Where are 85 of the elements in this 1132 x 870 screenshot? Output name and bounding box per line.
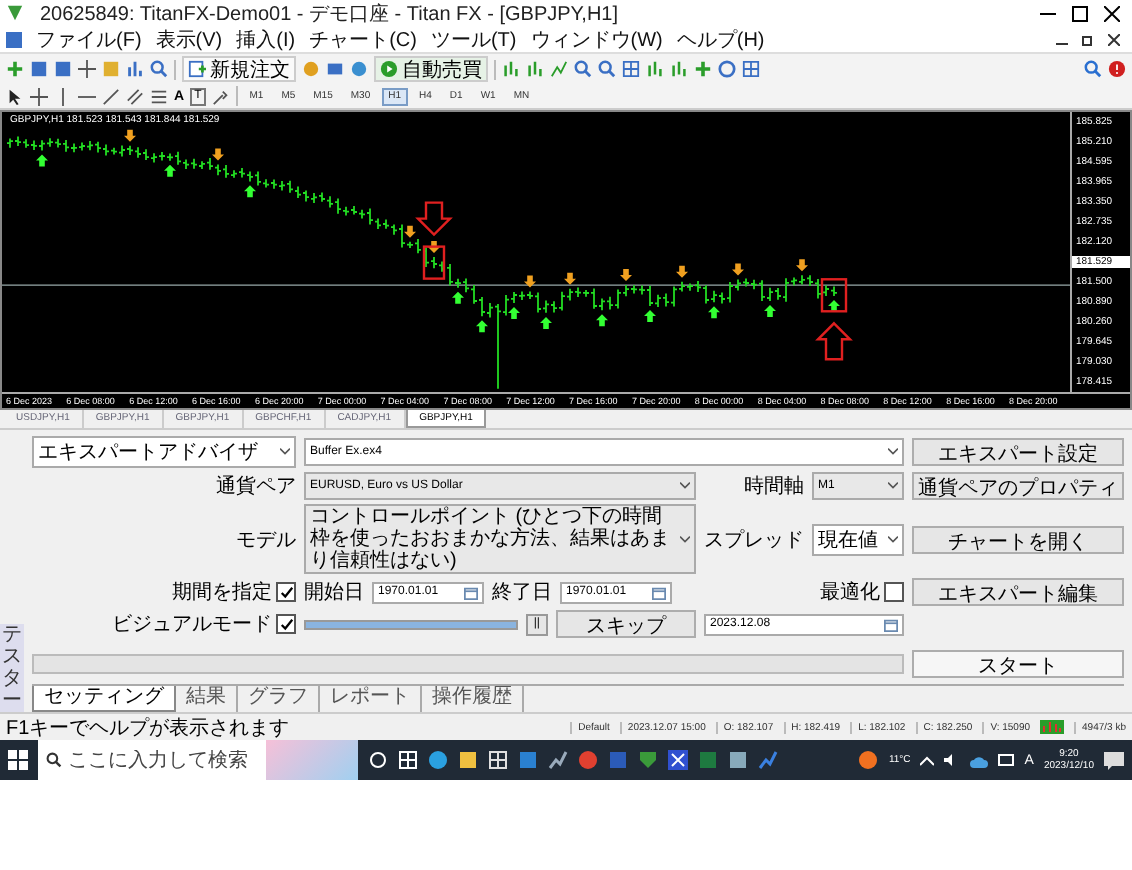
search-icon[interactable] [1084, 60, 1102, 78]
expert-settings-button[interactable]: エキスパート設定 [912, 438, 1124, 466]
highlight-box [422, 245, 446, 280]
window-title: 20625849: TitanFX-Demo01 - デモ口座 - Titan FX - [GBPJPY,H1] [40, 1, 618, 27]
magnifier-icon[interactable] [150, 60, 168, 78]
open-chart-button[interactable]: チャートを開く [912, 525, 1124, 553]
photo-placeholder [266, 740, 358, 780]
candle-chart-icon[interactable] [526, 60, 544, 78]
caret-icon [888, 535, 898, 543]
from-label: 開始日 [304, 580, 364, 606]
caret-icon [680, 482, 690, 490]
visual-mode-checkbox[interactable] [276, 614, 296, 634]
app-logo-icon [6, 4, 24, 22]
circle-icon[interactable] [368, 750, 388, 770]
model-label: モデル [234, 527, 296, 553]
spread-label: スプレッド [704, 527, 804, 553]
notification-center-icon[interactable] [1104, 751, 1124, 769]
monitor-icon[interactable] [998, 753, 1015, 767]
cursor-icon[interactable] [6, 87, 24, 105]
caret-icon [888, 448, 898, 456]
period-label: 時間軸 [742, 473, 804, 500]
menu-item[interactable]: ウィンドウ(W) [530, 25, 663, 53]
down-arrow-icon [415, 201, 453, 237]
expert-type-select[interactable]: エキスパートアドバイザ [32, 436, 296, 468]
chevron-up-icon[interactable] [920, 755, 935, 765]
caret-icon [680, 535, 690, 543]
optimization-label: 最適化 [820, 579, 880, 606]
menu-item[interactable]: チャート(C) [309, 25, 417, 53]
symbol-properties-button[interactable]: 通貨ペアのプロパティ [912, 472, 1124, 500]
calendar-icon [652, 585, 666, 599]
notification-icon[interactable] [1108, 60, 1126, 78]
use-date-checkbox[interactable] [276, 582, 296, 602]
up-arrow-icon [815, 321, 853, 361]
menu-item[interactable]: ツール(T) [430, 25, 517, 53]
windows-logo-icon[interactable] [8, 750, 28, 770]
taskbar-search-bar[interactable]: ここに入力して検索 [38, 740, 358, 780]
model-select[interactable]: コントロールポイント (ひとつ下の時間枠を使ったおおまかな方法、結果はあまり信頼性はない) [304, 504, 696, 574]
check-icon [279, 617, 293, 631]
highlight-box [820, 278, 848, 313]
menu-item[interactable]: ファイル(F) [36, 25, 142, 53]
symbol-label: 通貨ペア [214, 473, 296, 500]
use-date-label: 期間を指定 [172, 579, 272, 606]
help-hint: F1キーでヘルプが表示されます [6, 715, 290, 741]
close-icon[interactable] [1104, 5, 1120, 21]
visual-mode-label: ビジュアルモード [112, 612, 272, 638]
tester-side-label: テスター [0, 624, 24, 712]
close-icon[interactable] [1108, 33, 1120, 45]
crosshair-icon[interactable] [30, 87, 48, 105]
skip-button[interactable]: スキップ [556, 610, 696, 638]
bar-chart-icon[interactable] [502, 60, 520, 78]
trendline-icon[interactable] [102, 87, 120, 105]
chart-icon[interactable] [758, 750, 778, 770]
chart-window-icon [6, 31, 22, 47]
auto-trading-button[interactable]: 自動売買 [374, 56, 488, 82]
grid-icon[interactable] [622, 60, 640, 78]
zoom-in-icon[interactable] [574, 60, 592, 78]
document-plus-icon [188, 60, 206, 78]
search-input-field[interactable]: ここに入力して検索 [68, 749, 260, 771]
to-label: 終了日 [492, 580, 552, 606]
connection-icon [1040, 720, 1065, 734]
expert-edit-button[interactable]: エキスパート編集 [912, 578, 1124, 606]
spread-select[interactable]: 現在値 [812, 523, 904, 555]
search-icon [46, 752, 62, 768]
menu-item[interactable]: 挿入(I) [236, 25, 296, 53]
start-button[interactable]: スタート [912, 650, 1124, 678]
new-order-button[interactable]: 新規注文 [182, 56, 296, 82]
crosshair-icon[interactable] [78, 60, 96, 78]
calendar-icon [884, 617, 898, 631]
arrow-tool-icon[interactable] [211, 87, 230, 105]
cloud-icon[interactable] [970, 753, 989, 767]
caret-icon [280, 448, 290, 456]
caret-icon [888, 482, 898, 490]
maximize-icon[interactable] [1072, 5, 1088, 21]
check-icon [279, 585, 293, 599]
zoom-out-icon[interactable] [598, 60, 616, 78]
play-icon [380, 60, 398, 78]
tester-tab[interactable]: セッティング [32, 686, 176, 712]
menu-item[interactable]: ヘルプ(H) [676, 25, 765, 53]
line-chart-icon[interactable] [550, 60, 568, 78]
calendar-icon [464, 585, 478, 599]
new-chart-icon[interactable] [6, 60, 24, 78]
channel-icon[interactable] [126, 87, 144, 105]
restore-icon[interactable] [1082, 33, 1094, 45]
menu-item[interactable]: 表示(V) [155, 25, 223, 53]
optimization-checkbox[interactable] [884, 582, 904, 602]
